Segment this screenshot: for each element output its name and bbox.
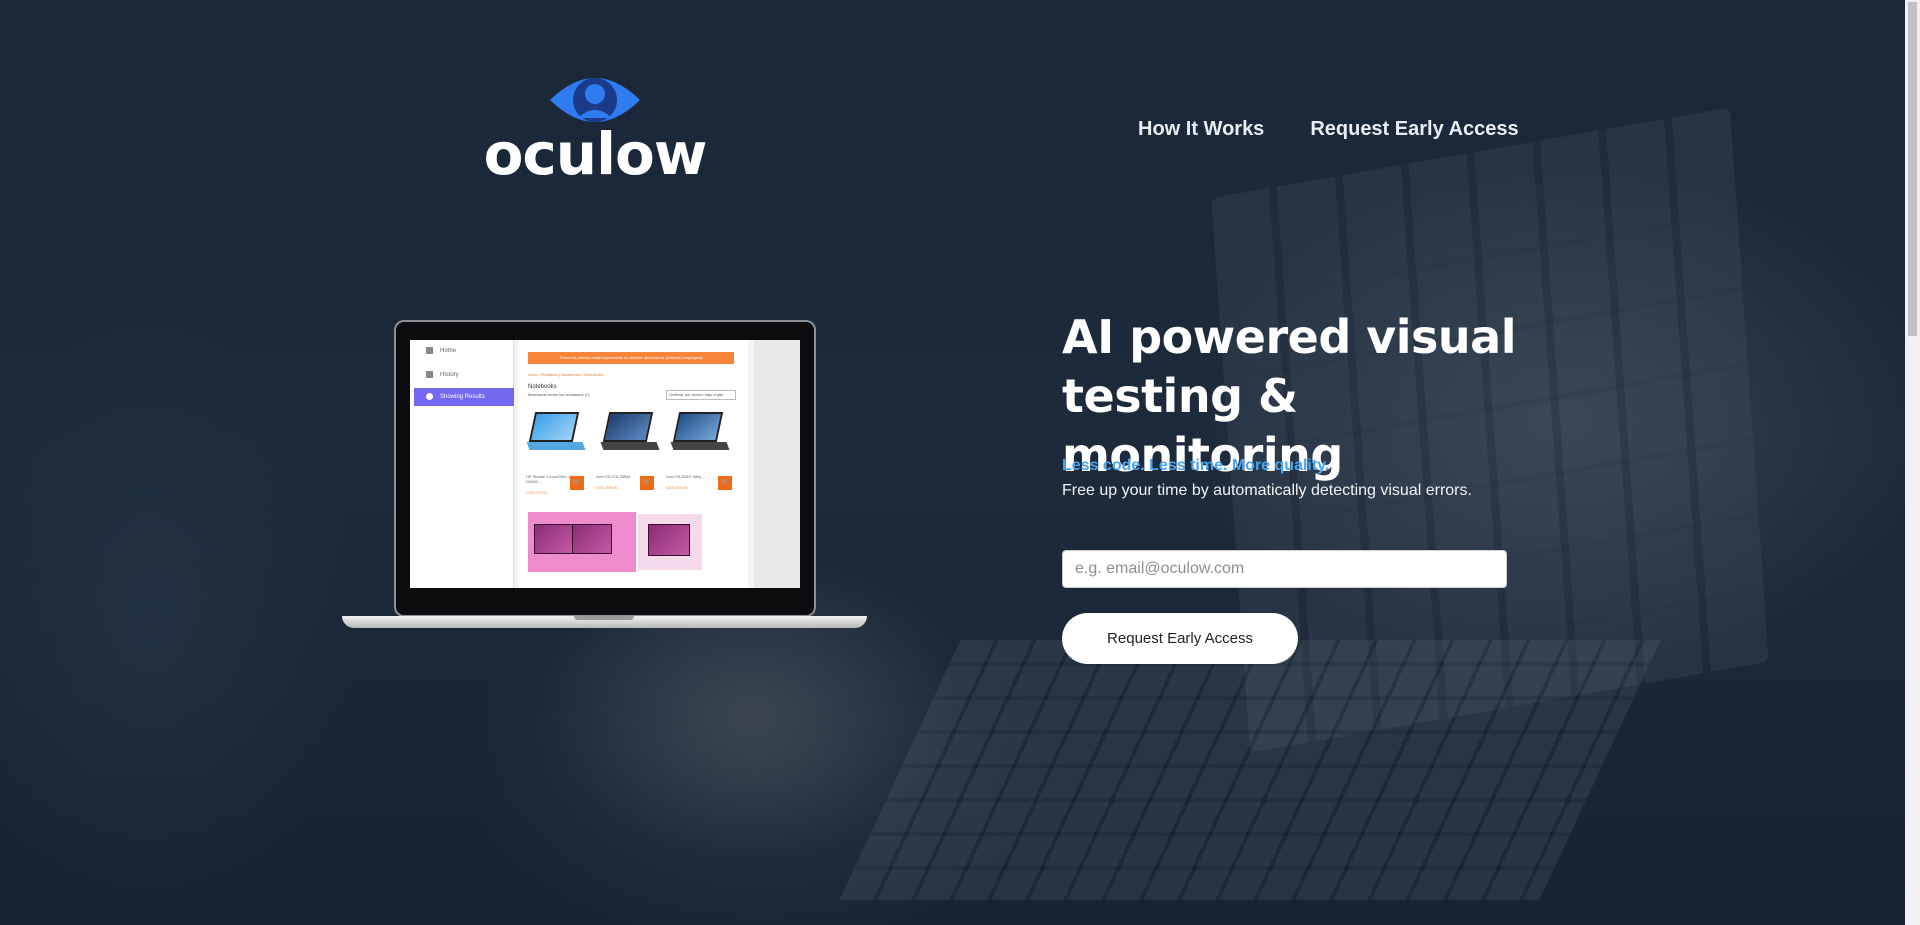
- mockup-title: Notebooks: [528, 384, 557, 390]
- mockup-product-name: Acer E5-575-33BM ...: [596, 474, 635, 479]
- cart-icon: 🛒: [718, 476, 732, 490]
- brand-name: oculow: [483, 120, 708, 188]
- nav-request-early-access[interactable]: Request Early Access: [1310, 118, 1518, 141]
- mockup-diff-highlight: [638, 514, 702, 570]
- mockup-subtitle: Mostrando todos los resultados (7): [528, 392, 590, 397]
- main-nav: How It Works Request Early Access: [1138, 118, 1519, 141]
- hero-tagline: Less code. Less time. More quality.: [1062, 457, 1330, 474]
- mockup-product-name: Acer E5-523G-98by ...: [666, 474, 706, 479]
- mockup-sidebar-label: Showing Results: [440, 394, 485, 400]
- laptop-mockup: Home History Showing Results Todos los p…: [342, 320, 867, 630]
- grid-icon: [426, 347, 433, 354]
- email-input[interactable]: [1062, 550, 1507, 588]
- mockup-sidebar-home: Home: [414, 342, 514, 360]
- hero-background: [0, 0, 1905, 925]
- mockup-product-price: USS 270,00: [526, 490, 548, 495]
- mockup-content: Todos los precios están expresados en dó…: [518, 340, 748, 588]
- laptop-screen: Home History Showing Results Todos los p…: [410, 340, 800, 588]
- mockup-product-price: USS 549,00: [666, 485, 688, 490]
- mockup-sidebar-label: History: [440, 372, 459, 378]
- brand-logo[interactable]: oculow: [480, 70, 710, 188]
- page-scrollbar[interactable]: [1905, 0, 1920, 925]
- mockup-product-name: HP Stream 14-ax010nr 14in N3060 ...: [526, 474, 576, 484]
- hero-description: Free up your time by automatically detec…: [1062, 482, 1472, 499]
- laptop-notch: [574, 616, 634, 620]
- mockup-product-info: Acer E5-523G-98by ... USS 549,00: [666, 474, 726, 490]
- chart-icon: [426, 371, 433, 378]
- background-keyboard: [839, 640, 1661, 900]
- mockup-sort-select: Ordenar por precio: bajo a alto: [666, 390, 736, 400]
- mockup-sidebar-results: Showing Results: [414, 388, 514, 406]
- request-early-access-button[interactable]: Request Early Access: [1062, 613, 1298, 664]
- mockup-scroll-area: [754, 340, 800, 588]
- mockup-product-image: [598, 406, 662, 462]
- mockup-sidebar: Home History Showing Results: [410, 340, 514, 588]
- mockup-banner: Todos los precios están expresados en dó…: [528, 352, 734, 364]
- mockup-product-image: [524, 406, 588, 462]
- nav-how-it-works[interactable]: How It Works: [1138, 118, 1264, 141]
- scrollbar-thumb[interactable]: [1908, 2, 1917, 336]
- cart-icon: 🛒: [570, 476, 584, 490]
- eye-icon: [426, 393, 433, 400]
- mockup-sidebar-label: Home: [440, 348, 457, 354]
- hero-headline-line: AI powered visual: [1062, 310, 1516, 364]
- cart-icon: 🛒: [640, 476, 654, 490]
- mockup-product-image: [668, 406, 732, 462]
- mockup-diff-highlight: [528, 512, 636, 572]
- mockup-breadcrumb: Inicio / Portátiles y Accesorios / Noteb…: [528, 372, 604, 377]
- mockup-sidebar-history: History: [414, 366, 514, 384]
